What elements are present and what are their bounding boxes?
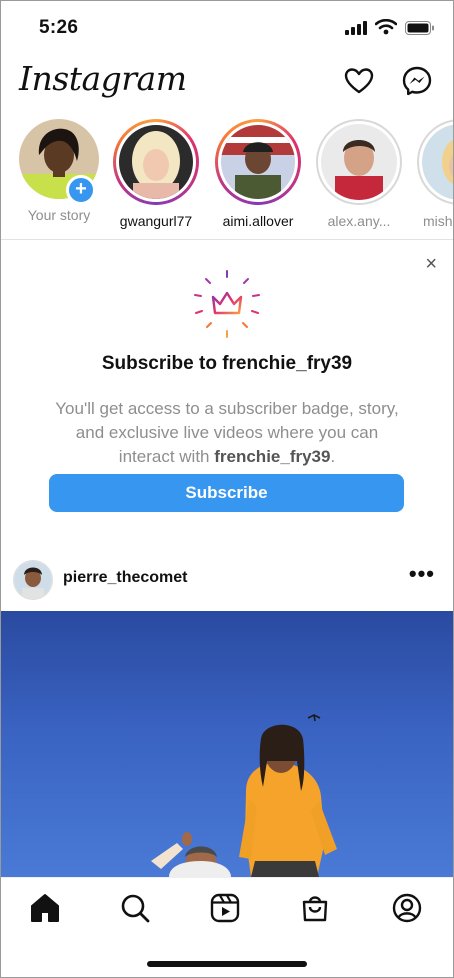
signal-icon: [345, 21, 367, 35]
story-label: alex.any...: [327, 213, 391, 229]
home-indicator[interactable]: [147, 961, 307, 967]
profile-icon[interactable]: [391, 892, 423, 924]
status-bar: 5:26: [1, 1, 453, 53]
story-avatar: [422, 124, 453, 200]
story-item[interactable]: mish: [415, 119, 453, 229]
story-item[interactable]: gwangurl77: [111, 119, 201, 229]
subscribe-button[interactable]: Subscribe: [49, 474, 404, 512]
subscribe-desc-end: .: [330, 447, 336, 466]
post-image[interactable]: [1, 611, 453, 877]
app-frame: 5:26 Instagram + Your story gwangurl77 a…: [0, 0, 454, 978]
home-icon[interactable]: [29, 892, 61, 924]
subscribe-desc-username: frenchie_fry39: [214, 447, 331, 466]
story-ring: [215, 119, 301, 205]
story-ring: [417, 119, 453, 205]
subscribe-card: × Subscribe to frenchie_fry39 You'll get: [1, 241, 453, 541]
search-icon[interactable]: [119, 892, 151, 924]
heart-icon[interactable]: [343, 65, 375, 97]
story-avatar: [221, 125, 295, 199]
story-label: gwangurl77: [119, 213, 193, 229]
stories-tray: + Your story gwangurl77 aimi.allover ale…: [1, 115, 453, 240]
story-label: aimi.allover: [222, 213, 294, 229]
subscribe-title: Subscribe to frenchie_fry39: [101, 353, 353, 374]
instagram-logo: Instagram: [19, 59, 187, 98]
crown-icon: [194, 270, 260, 338]
more-options-icon[interactable]: •••: [409, 561, 435, 587]
story-avatar: [321, 124, 397, 200]
post-header: pierre_thecomet •••: [1, 557, 453, 607]
reels-icon[interactable]: [209, 892, 241, 924]
post-avatar[interactable]: [13, 560, 53, 600]
story-your-story[interactable]: + Your story: [14, 119, 104, 223]
wifi-icon: [375, 19, 397, 35]
post-username[interactable]: pierre_thecomet: [63, 569, 188, 587]
subscribe-description: You'll get access to a subscriber badge,…: [49, 397, 405, 469]
story-ring: [316, 119, 402, 205]
story-item[interactable]: alex.any...: [314, 119, 404, 229]
story-ring: [113, 119, 199, 205]
story-label: Your story: [27, 207, 91, 223]
add-story-plus-icon[interactable]: +: [66, 175, 96, 205]
messenger-icon[interactable]: [401, 65, 433, 97]
story-avatar: [119, 125, 193, 199]
story-label: mish: [423, 213, 453, 229]
status-time: 5:26: [39, 17, 79, 38]
story-item[interactable]: aimi.allover: [213, 119, 303, 229]
battery-icon: [405, 21, 434, 35]
shop-icon[interactable]: [299, 892, 331, 924]
close-icon[interactable]: ×: [425, 253, 437, 276]
top-header: Instagram: [1, 53, 453, 113]
